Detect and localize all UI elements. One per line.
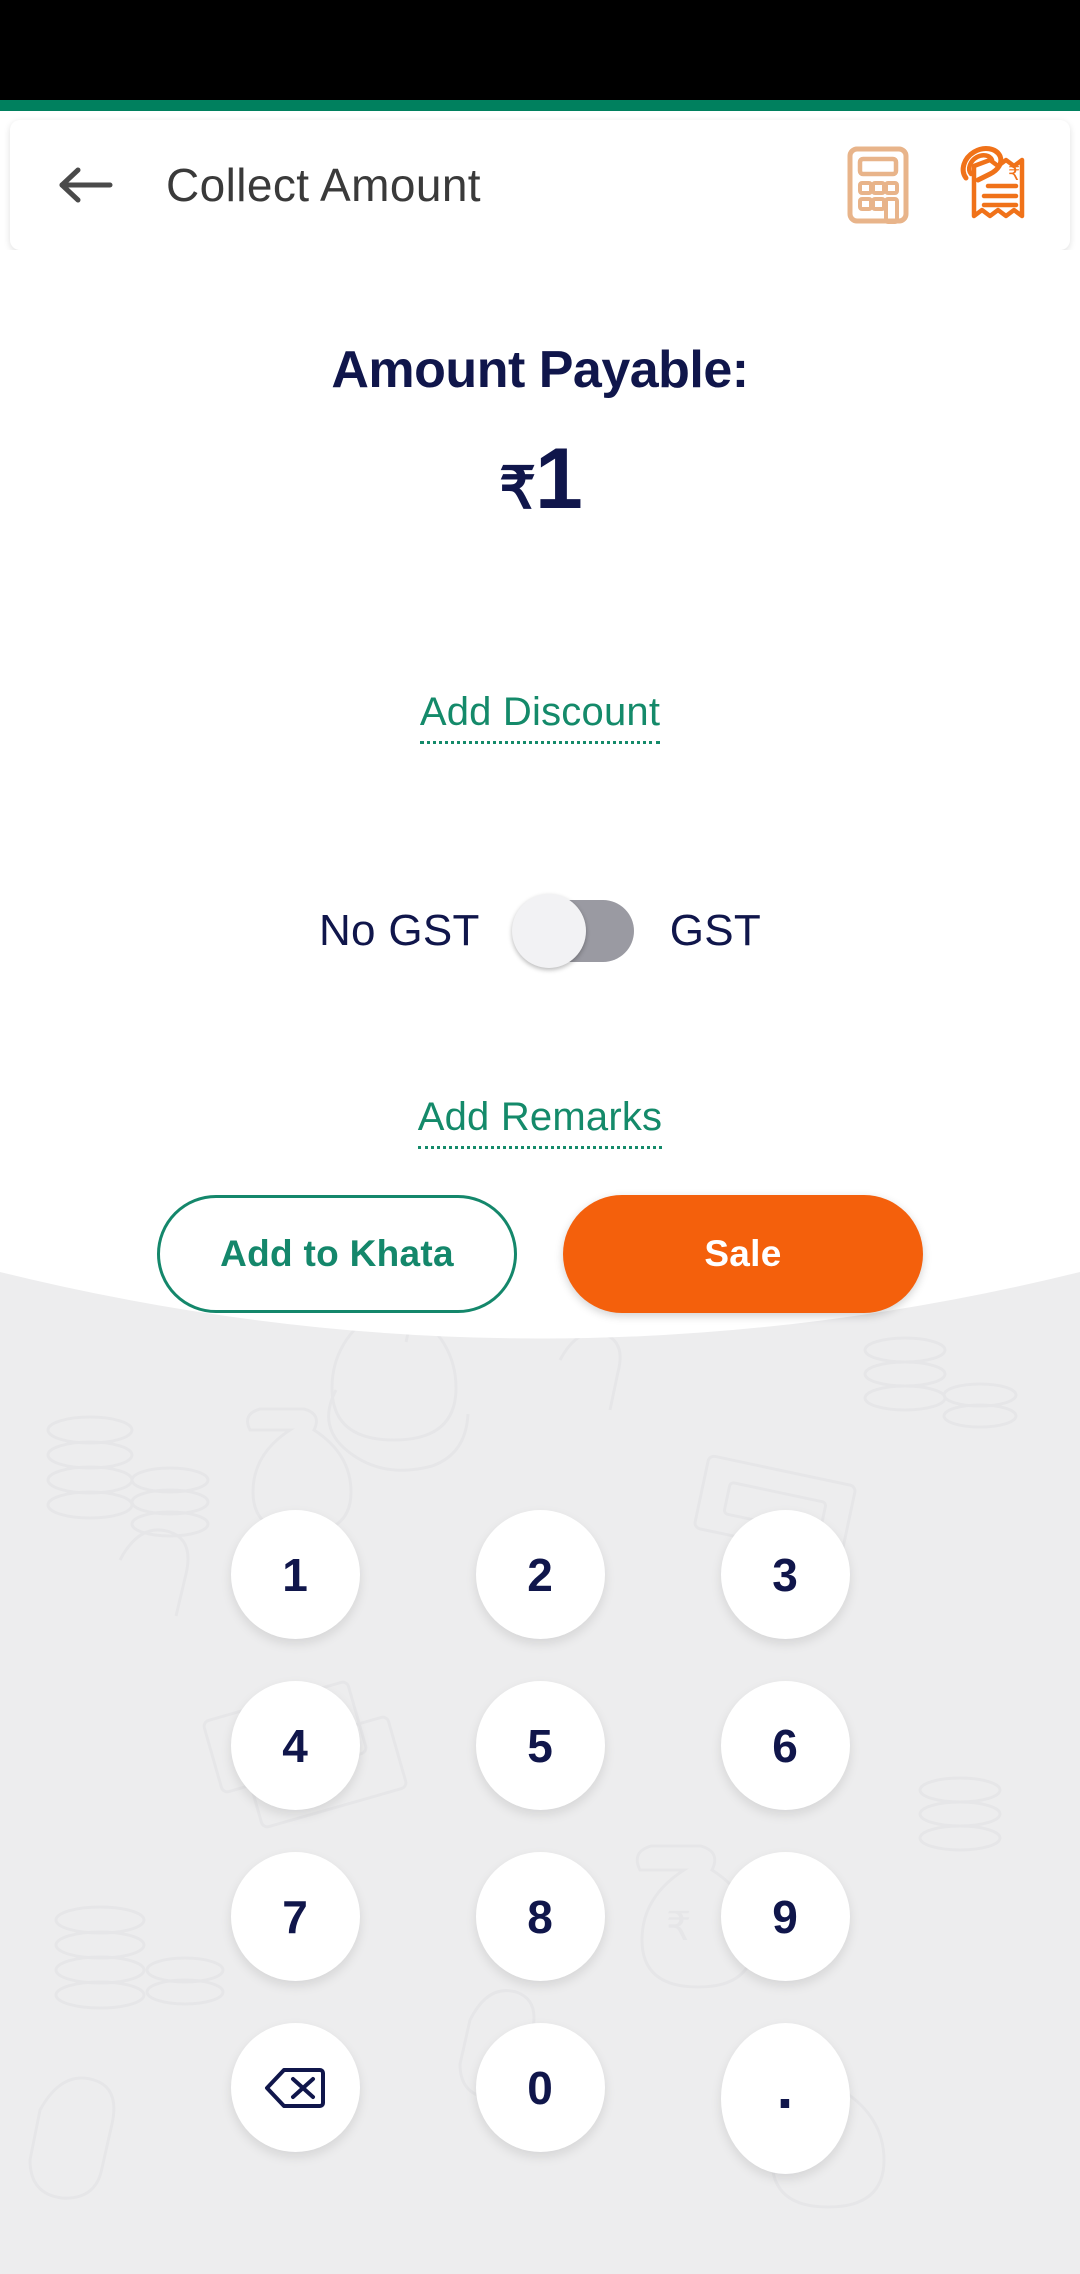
app-bar: Collect Amount ₹ [10,120,1070,250]
svg-text:₹: ₹ [1008,164,1020,185]
amount-payable-label: Amount Payable: [331,341,749,399]
app-screen: Collect Amount ₹ Amount Payable: ₹ 1 Add… [0,0,1080,2274]
gst-toggle-thumb [511,894,586,968]
backspace-icon [265,2067,325,2108]
add-remarks-link-wrapper: Add Remarks [0,1095,1080,1149]
keypad-row: 0 . [0,2023,1080,2174]
key-9[interactable]: 9 [720,1852,850,1981]
key-0[interactable]: 0 [475,2023,605,2152]
key-7[interactable]: 7 [230,1852,360,1981]
gst-label: GST [669,906,762,955]
keypad-row: 4 5 6 [0,1681,1080,1810]
brand-accent-strip [0,100,1080,111]
keypad-row: 1 2 3 [0,1510,1080,1639]
amount-value: ₹1 [0,436,1080,522]
key-decimal[interactable]: . [720,2023,850,2174]
calculator-icon [847,146,909,224]
action-buttons-row: Add to Khata Sale [0,1195,1080,1315]
key-2[interactable]: 2 [475,1510,605,1639]
back-button[interactable] [54,153,118,217]
numeric-keypad: 1 2 3 4 5 6 7 8 9 0 . [0,1510,1080,2216]
calculator-button[interactable] [840,143,916,227]
add-discount-link-wrapper: Add Discount [0,690,1080,744]
receipt-rupee-icon: ₹ [960,146,1025,219]
add-to-khata-button[interactable]: Add to Khata [157,1195,517,1313]
key-8[interactable]: 8 [475,1852,605,1981]
key-1[interactable]: 1 [230,1510,360,1639]
gst-toggle-switch[interactable] [511,894,634,968]
arrow-left-icon [59,167,113,203]
status-bar [0,0,1080,100]
sale-button[interactable]: Sale [563,1195,923,1313]
amount-section: Amount Payable: ₹1 [0,340,1080,522]
add-discount-link[interactable]: Add Discount [419,690,661,744]
key-6[interactable]: 6 [720,1681,850,1810]
keypad-row: 7 8 9 [0,1852,1080,1981]
key-4[interactable]: 4 [230,1681,360,1810]
amount-number: 1 [535,431,583,527]
currency-symbol: ₹ [499,456,536,521]
key-backspace[interactable] [230,2023,360,2152]
receipt-button[interactable]: ₹ [958,143,1034,227]
no-gst-label: No GST [318,906,480,955]
gst-toggle-row: No GST GST [0,894,1080,968]
add-remarks-link[interactable]: Add Remarks [417,1095,663,1149]
page-title: Collect Amount [166,159,481,211]
key-3[interactable]: 3 [720,1510,850,1639]
key-5[interactable]: 5 [475,1681,605,1810]
